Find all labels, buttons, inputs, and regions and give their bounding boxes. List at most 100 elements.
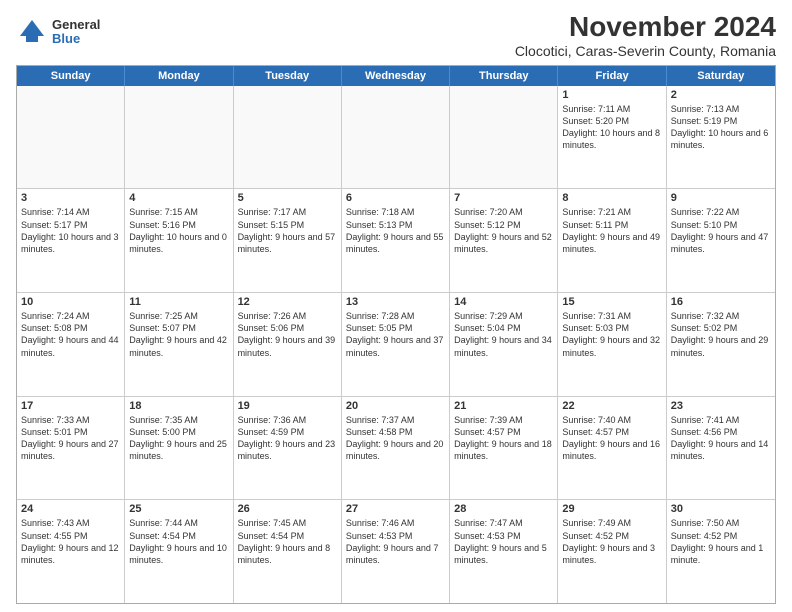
day-number: 18 <box>129 400 228 412</box>
day-cell: 25Sunrise: 7:44 AM Sunset: 4:54 PM Dayli… <box>125 500 233 603</box>
day-number: 10 <box>21 296 120 308</box>
week-1: 1 Sunrise: 7:11 AM Sunset: 5:20 PM Daylig… <box>17 86 775 190</box>
day-number: 27 <box>346 503 445 515</box>
day-cell <box>342 86 450 189</box>
day-cell: 20 Sunrise: 7:37 AM Sunset: 4:58 PM Dayli… <box>342 397 450 500</box>
day-number: 17 <box>21 400 120 412</box>
day-cell: 11 Sunrise: 7:25 AM Sunset: 5:07 PM Dayli… <box>125 293 233 396</box>
header: General Blue November 2024 Clocotici, Ca… <box>16 12 776 59</box>
day-number: 21 <box>454 400 553 412</box>
day-info: Sunrise: 7:45 AM Sunset: 4:54 PM Dayligh… <box>238 517 337 566</box>
day-info: Sunrise: 7:13 AM Sunset: 5:19 PM Dayligh… <box>671 103 771 152</box>
day-cell: 19 Sunrise: 7:36 AM Sunset: 4:59 PM Dayli… <box>234 397 342 500</box>
day-number: 22 <box>562 400 661 412</box>
logo-icon <box>16 16 48 48</box>
day-info: Sunrise: 7:28 AM Sunset: 5:05 PM Dayligh… <box>346 310 445 359</box>
logo-text: General Blue <box>52 18 100 47</box>
day-info: Sunrise: 7:15 AM Sunset: 5:16 PM Dayligh… <box>129 206 228 255</box>
day-number: 11 <box>129 296 228 308</box>
day-number: 14 <box>454 296 553 308</box>
calendar-body: 1 Sunrise: 7:11 AM Sunset: 5:20 PM Daylig… <box>17 86 775 603</box>
month-year-title: November 2024 <box>515 12 776 43</box>
day-cell: 24Sunrise: 7:43 AM Sunset: 4:55 PM Dayli… <box>17 500 125 603</box>
week-4: 17Sunrise: 7:33 AM Sunset: 5:01 PM Dayli… <box>17 397 775 501</box>
calendar: SundayMondayTuesdayWednesdayThursdayFrid… <box>16 65 776 604</box>
day-info: Sunrise: 7:39 AM Sunset: 4:57 PM Dayligh… <box>454 414 553 463</box>
day-number: 20 <box>346 400 445 412</box>
day-cell: 14Sunrise: 7:29 AM Sunset: 5:04 PM Dayli… <box>450 293 558 396</box>
header-day-thursday: Thursday <box>450 66 558 86</box>
day-cell <box>234 86 342 189</box>
day-cell <box>17 86 125 189</box>
logo-blue: Blue <box>52 32 100 46</box>
day-cell: 28 Sunrise: 7:47 AM Sunset: 4:53 PM Dayli… <box>450 500 558 603</box>
day-number: 15 <box>562 296 661 308</box>
day-cell: 21 Sunrise: 7:39 AM Sunset: 4:57 PM Dayli… <box>450 397 558 500</box>
day-cell: 4 Sunrise: 7:15 AM Sunset: 5:16 PM Daylig… <box>125 189 233 292</box>
day-info: Sunrise: 7:40 AM Sunset: 4:57 PM Dayligh… <box>562 414 661 463</box>
day-info: Sunrise: 7:17 AM Sunset: 5:15 PM Dayligh… <box>238 206 337 255</box>
day-number: 9 <box>671 192 771 204</box>
day-info: Sunrise: 7:21 AM Sunset: 5:11 PM Dayligh… <box>562 206 661 255</box>
day-info: Sunrise: 7:35 AM Sunset: 5:00 PM Dayligh… <box>129 414 228 463</box>
day-info: Sunrise: 7:36 AM Sunset: 4:59 PM Dayligh… <box>238 414 337 463</box>
week-2: 3 Sunrise: 7:14 AM Sunset: 5:17 PM Daylig… <box>17 189 775 293</box>
day-number: 19 <box>238 400 337 412</box>
day-number: 28 <box>454 503 553 515</box>
page: General Blue November 2024 Clocotici, Ca… <box>0 0 792 612</box>
day-info: Sunrise: 7:14 AM Sunset: 5:17 PM Dayligh… <box>21 206 120 255</box>
day-info: Sunrise: 7:50 AM Sunset: 4:52 PM Dayligh… <box>671 517 771 566</box>
header-day-saturday: Saturday <box>667 66 775 86</box>
day-info: Sunrise: 7:20 AM Sunset: 5:12 PM Dayligh… <box>454 206 553 255</box>
day-number: 2 <box>671 89 771 101</box>
logo: General Blue <box>16 16 100 48</box>
day-cell: 23Sunrise: 7:41 AM Sunset: 4:56 PM Dayli… <box>667 397 775 500</box>
calendar-header: SundayMondayTuesdayWednesdayThursdayFrid… <box>17 66 775 86</box>
header-day-friday: Friday <box>558 66 666 86</box>
day-number: 30 <box>671 503 771 515</box>
day-cell: 3 Sunrise: 7:14 AM Sunset: 5:17 PM Daylig… <box>17 189 125 292</box>
day-cell <box>450 86 558 189</box>
day-cell: 30 Sunrise: 7:50 AM Sunset: 4:52 PM Dayli… <box>667 500 775 603</box>
day-number: 1 <box>562 89 661 101</box>
day-info: Sunrise: 7:37 AM Sunset: 4:58 PM Dayligh… <box>346 414 445 463</box>
day-info: Sunrise: 7:26 AM Sunset: 5:06 PM Dayligh… <box>238 310 337 359</box>
day-number: 25 <box>129 503 228 515</box>
day-cell: 15Sunrise: 7:31 AM Sunset: 5:03 PM Dayli… <box>558 293 666 396</box>
header-day-sunday: Sunday <box>17 66 125 86</box>
day-number: 7 <box>454 192 553 204</box>
day-cell: 6 Sunrise: 7:18 AM Sunset: 5:13 PM Daylig… <box>342 189 450 292</box>
day-info: Sunrise: 7:24 AM Sunset: 5:08 PM Dayligh… <box>21 310 120 359</box>
day-cell: 18 Sunrise: 7:35 AM Sunset: 5:00 PM Dayli… <box>125 397 233 500</box>
day-cell: 5 Sunrise: 7:17 AM Sunset: 5:15 PM Daylig… <box>234 189 342 292</box>
day-number: 23 <box>671 400 771 412</box>
logo-general: General <box>52 18 100 32</box>
location-subtitle: Clocotici, Caras-Severin County, Romania <box>515 43 776 59</box>
header-day-wednesday: Wednesday <box>342 66 450 86</box>
day-number: 13 <box>346 296 445 308</box>
day-number: 6 <box>346 192 445 204</box>
header-day-monday: Monday <box>125 66 233 86</box>
week-3: 10 Sunrise: 7:24 AM Sunset: 5:08 PM Dayli… <box>17 293 775 397</box>
day-number: 5 <box>238 192 337 204</box>
day-cell: 13 Sunrise: 7:28 AM Sunset: 5:05 PM Dayli… <box>342 293 450 396</box>
week-5: 24Sunrise: 7:43 AM Sunset: 4:55 PM Dayli… <box>17 500 775 603</box>
day-info: Sunrise: 7:43 AM Sunset: 4:55 PM Dayligh… <box>21 517 120 566</box>
day-info: Sunrise: 7:18 AM Sunset: 5:13 PM Dayligh… <box>346 206 445 255</box>
day-cell: 27Sunrise: 7:46 AM Sunset: 4:53 PM Dayli… <box>342 500 450 603</box>
day-cell: 26Sunrise: 7:45 AM Sunset: 4:54 PM Dayli… <box>234 500 342 603</box>
day-info: Sunrise: 7:11 AM Sunset: 5:20 PM Dayligh… <box>562 103 661 152</box>
day-number: 4 <box>129 192 228 204</box>
day-number: 12 <box>238 296 337 308</box>
day-info: Sunrise: 7:25 AM Sunset: 5:07 PM Dayligh… <box>129 310 228 359</box>
day-cell: 9Sunrise: 7:22 AM Sunset: 5:10 PM Daylig… <box>667 189 775 292</box>
day-cell: 12 Sunrise: 7:26 AM Sunset: 5:06 PM Dayli… <box>234 293 342 396</box>
day-cell: 7 Sunrise: 7:20 AM Sunset: 5:12 PM Daylig… <box>450 189 558 292</box>
day-info: Sunrise: 7:49 AM Sunset: 4:52 PM Dayligh… <box>562 517 661 566</box>
day-number: 16 <box>671 296 771 308</box>
day-cell: 1 Sunrise: 7:11 AM Sunset: 5:20 PM Daylig… <box>558 86 666 189</box>
day-cell: 22 Sunrise: 7:40 AM Sunset: 4:57 PM Dayli… <box>558 397 666 500</box>
day-cell: 10 Sunrise: 7:24 AM Sunset: 5:08 PM Dayli… <box>17 293 125 396</box>
day-number: 3 <box>21 192 120 204</box>
day-info: Sunrise: 7:47 AM Sunset: 4:53 PM Dayligh… <box>454 517 553 566</box>
